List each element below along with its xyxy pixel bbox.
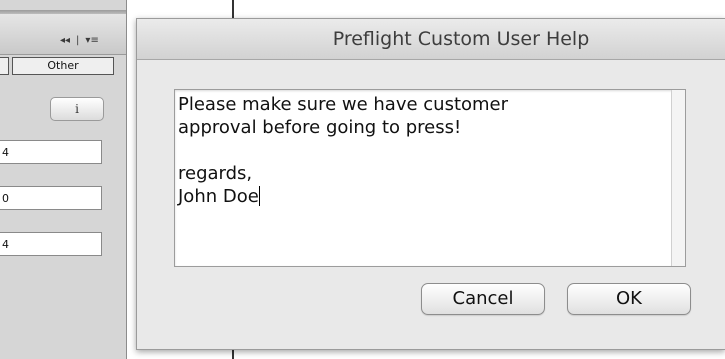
background-divider-bottom bbox=[232, 350, 234, 359]
value-field-3[interactable]: 4 bbox=[0, 232, 102, 256]
tab-previous[interactable] bbox=[0, 57, 9, 75]
message-textarea[interactable]: Please make sure we have customer approv… bbox=[174, 89, 686, 267]
ok-button[interactable]: OK bbox=[567, 283, 691, 315]
value-field-2[interactable]: 0 bbox=[0, 186, 102, 210]
custom-help-dialog: Preflight Custom User Help Please make s… bbox=[136, 18, 725, 350]
separator: | bbox=[76, 35, 80, 46]
message-line: Please make sure we have customer bbox=[178, 94, 509, 115]
message-text[interactable]: Please make sure we have customer approv… bbox=[178, 93, 668, 208]
message-line: John Doe bbox=[178, 186, 259, 207]
tab-other[interactable]: Other bbox=[12, 57, 114, 75]
background-panel: ◂◂ | ▾≡ Other i 4 0 4 bbox=[0, 0, 127, 359]
tab-strip: Other bbox=[0, 57, 126, 75]
panel-controls: ◂◂ | ▾≡ bbox=[60, 34, 99, 48]
message-line: regards, bbox=[178, 163, 253, 184]
panel-menu-icon[interactable]: ▾≡ bbox=[85, 34, 98, 48]
message-scrollbar[interactable] bbox=[671, 90, 685, 266]
collapse-icon[interactable]: ◂◂ bbox=[60, 34, 70, 48]
cancel-button[interactable]: Cancel bbox=[421, 283, 545, 315]
value-field-1[interactable]: 4 bbox=[0, 140, 102, 164]
message-line bbox=[178, 139, 668, 162]
info-button[interactable]: i bbox=[50, 97, 104, 121]
message-line: approval before going to press! bbox=[178, 117, 462, 138]
text-caret bbox=[258, 186, 260, 206]
dialog-title: Preflight Custom User Help bbox=[332, 28, 590, 50]
dialog-titlebar[interactable]: Preflight Custom User Help bbox=[137, 19, 725, 60]
panel-header: ◂◂ | ▾≡ bbox=[0, 14, 126, 55]
